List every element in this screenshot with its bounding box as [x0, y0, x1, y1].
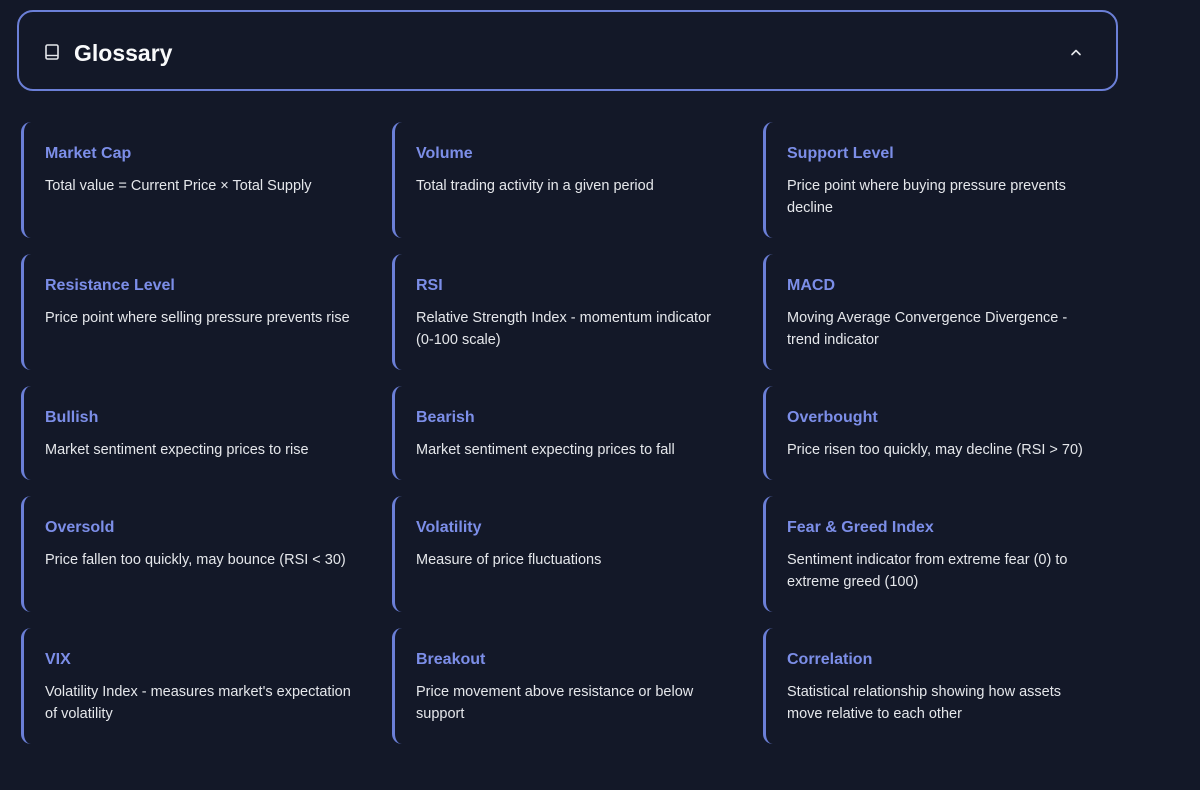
term-definition: Sentiment indicator from extreme fear (0… [787, 552, 1068, 590]
glossary-term-card: Correlation Statistical relationship sho… [763, 628, 1113, 744]
term-definition: Price fallen too quickly, may bounce (RS… [45, 552, 346, 568]
term-name: Correlation [787, 651, 873, 668]
term-name: Bearish [416, 409, 475, 426]
term-definition: Price risen too quickly, may decline (RS… [787, 442, 1083, 458]
glossary-term-card: Breakout Price movement above resistance… [392, 628, 742, 744]
chevron-up-icon [1071, 49, 1081, 56]
book-icon [45, 44, 59, 60]
term-definition: Market sentiment expecting prices to fal… [416, 442, 675, 458]
term-definition: Total value = Current Price × Total Supp… [45, 178, 312, 194]
glossary-term-card: Bullish Market sentiment expecting price… [21, 386, 371, 480]
term-definition: Price point where buying pressure preven… [787, 178, 1066, 216]
term-name: Overbought [787, 409, 878, 426]
term-name: MACD [787, 277, 835, 294]
term-name: Resistance Level [45, 277, 175, 294]
term-definition: Moving Average Convergence Divergence - … [787, 310, 1068, 348]
term-name: VIX [45, 651, 71, 668]
glossary-term-card: RSI Relative Strength Index - momentum i… [392, 254, 742, 370]
glossary-term-card: Fear & Greed Index Sentiment indicator f… [763, 496, 1113, 612]
glossary-term-card: Market Cap Total value = Current Price ×… [21, 122, 371, 238]
term-name: Volume [416, 145, 473, 162]
glossary-term-card: Resistance Level Price point where selli… [21, 254, 371, 370]
term-name: Breakout [416, 651, 486, 668]
term-definition: Volatility Index - measures market's exp… [45, 684, 351, 722]
term-name: Support Level [787, 145, 894, 162]
glossary-term-card: VIX Volatility Index - measures market's… [21, 628, 371, 744]
term-name: Volatility [416, 519, 482, 536]
term-definition: Statistical relationship showing how ass… [787, 684, 1062, 722]
term-definition: Total trading activity in a given period [416, 178, 654, 194]
glossary-term-card: Overbought Price risen too quickly, may … [763, 386, 1113, 480]
term-name: Bullish [45, 409, 99, 426]
term-name: Oversold [45, 519, 115, 536]
glossary-term-card: Support Level Price point where buying p… [763, 122, 1113, 238]
term-definition: Measure of price fluctuations [416, 552, 602, 568]
glossary-term-card: Volume Total trading activity in a given… [392, 122, 742, 238]
term-definition: Price point where selling pressure preve… [45, 310, 350, 326]
glossary-term-card: Oversold Price fallen too quickly, may b… [21, 496, 371, 612]
term-definition: Relative Strength Index - momentum indic… [416, 310, 711, 348]
term-definition: Market sentiment expecting prices to ris… [45, 442, 309, 458]
glossary-term-card: Bearish Market sentiment expecting price… [392, 386, 742, 480]
glossary-header[interactable]: Glossary [17, 10, 1118, 91]
term-name: Market Cap [45, 145, 132, 162]
glossary-term-card: Volatility Measure of price fluctuations [392, 496, 742, 612]
term-name: Fear & Greed Index [787, 519, 934, 536]
term-definition: Price movement above resistance or below… [416, 684, 694, 722]
term-name: RSI [416, 277, 443, 294]
collapse-button[interactable] [1064, 40, 1088, 64]
glossary-title: Glossary [74, 40, 173, 66]
glossary-term-card: MACD Moving Average Convergence Divergen… [763, 254, 1113, 370]
